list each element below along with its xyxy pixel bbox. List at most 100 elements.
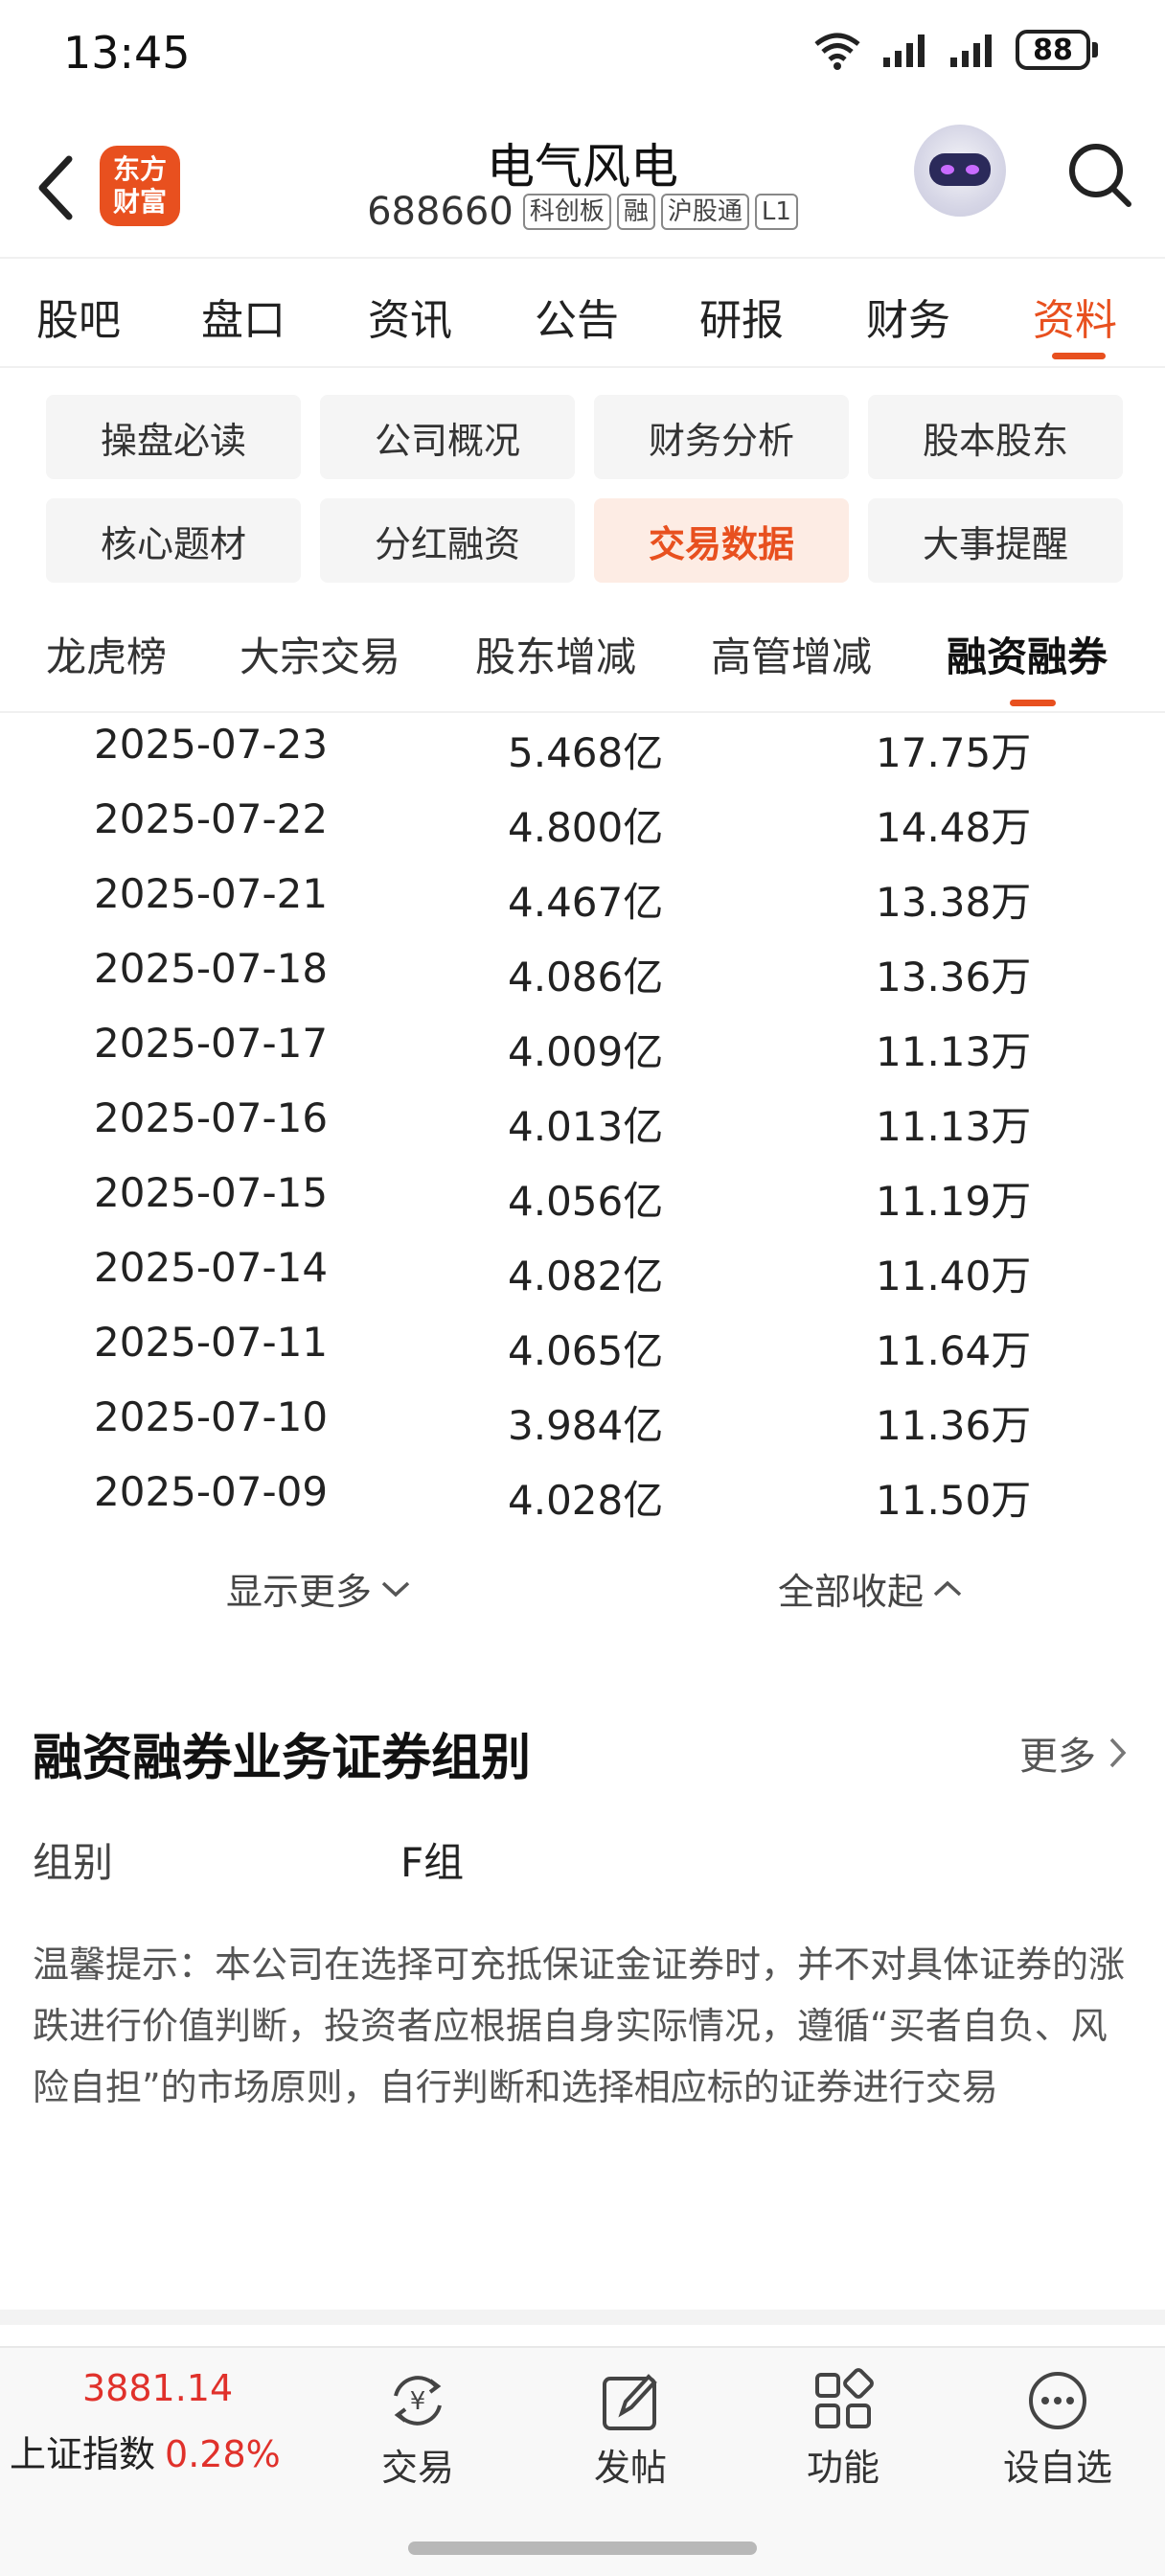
status-bar: 13:45 88 xyxy=(0,0,1165,115)
row-balance: 4.065亿 xyxy=(508,1327,664,1374)
row-volume: 17.75万 xyxy=(876,729,1032,776)
row-balance: 4.009亿 xyxy=(508,1028,664,1075)
table-row: 2025-07-22 4.800亿 14.48万 xyxy=(0,788,1165,862)
show-more-label: 显示更多 xyxy=(226,1571,373,1613)
row-volume: 13.38万 xyxy=(876,879,1032,926)
more-link[interactable]: 更多 xyxy=(1019,1725,1129,1781)
row-date: 2025-07-16 xyxy=(94,1094,329,1141)
row-date: 2025-07-15 xyxy=(94,1169,329,1216)
active-data-tab-indicator xyxy=(1010,700,1056,706)
tab-block-trades[interactable]: 大宗交易 xyxy=(240,625,400,683)
btn-dividends-financing[interactable]: 分红融资 xyxy=(320,498,575,583)
row-balance: 4.056亿 xyxy=(508,1178,664,1225)
btn-financial-analysis[interactable]: 财务分析 xyxy=(594,395,849,479)
table-row: 2025-07-21 4.467亿 13.38万 xyxy=(0,862,1165,937)
row-date: 2025-07-17 xyxy=(94,1020,329,1067)
table-row: 2025-07-15 4.056亿 11.19万 xyxy=(0,1162,1165,1236)
nav-functions-label: 功能 xyxy=(806,2447,879,2489)
group-value: F组 xyxy=(400,1839,465,1886)
collapse-all-button[interactable]: 全部收起 xyxy=(778,1562,964,1615)
app-header: 东方 财富 电气风电 688660 科创板 融 沪股通 L1 xyxy=(0,115,1165,259)
status-time: 13:45 xyxy=(63,27,191,79)
row-date: 2025-07-14 xyxy=(94,1244,329,1291)
signal-icon xyxy=(881,31,931,69)
table-row: 2025-07-17 4.009亿 11.13万 xyxy=(0,1012,1165,1087)
tab-guba[interactable]: 股吧 xyxy=(36,286,121,347)
btn-trading-data[interactable]: 交易数据 xyxy=(594,498,849,583)
group-label: 组别 xyxy=(33,1839,114,1886)
nav-trade[interactable]: ¥ 交易 xyxy=(351,2367,485,2491)
table-row: 2025-07-23 5.468亿 17.75万 xyxy=(0,713,1165,788)
row-volume: 13.36万 xyxy=(876,954,1032,1000)
btn-event-reminders[interactable]: 大事提醒 xyxy=(868,498,1123,583)
btn-must-read[interactable]: 操盘必读 xyxy=(46,395,301,479)
tab-holder-changes[interactable]: 股东增减 xyxy=(475,625,636,683)
tab-research[interactable]: 研报 xyxy=(699,286,784,347)
table-row: 2025-07-14 4.082亿 11.40万 xyxy=(0,1236,1165,1311)
chevron-up-icon xyxy=(933,1580,962,1596)
row-balance: 4.800亿 xyxy=(508,804,664,851)
tab-announcements[interactable]: 公告 xyxy=(535,286,619,347)
row-date: 2025-07-10 xyxy=(94,1393,329,1440)
section-title: 融资融券业务证券组别 xyxy=(33,1730,532,1787)
tag-stock-connect: 沪股通 xyxy=(660,194,749,230)
active-tab-indicator xyxy=(1052,353,1106,359)
row-volume: 11.36万 xyxy=(876,1402,1032,1449)
svg-text:¥: ¥ xyxy=(410,2387,426,2416)
post-icon xyxy=(603,2374,657,2430)
tag-star-market: 科创板 xyxy=(522,194,611,230)
data-tabs: 龙虎榜 大宗交易 股东增减 高管增减 融资融券 xyxy=(0,613,1165,713)
nav-post-label: 发帖 xyxy=(593,2447,667,2489)
table-row: 2025-07-10 3.984亿 11.36万 xyxy=(0,1386,1165,1460)
row-balance: 4.086亿 xyxy=(508,954,664,1000)
btn-core-themes[interactable]: 核心题材 xyxy=(46,498,301,583)
row-volume: 11.64万 xyxy=(876,1327,1032,1374)
btn-company-overview[interactable]: 公司概况 xyxy=(320,395,575,479)
warning-tip: 温馨提示：本公司在选择可充抵保证金证券时，并不对具体证券的涨跌进行价值判断，投资… xyxy=(33,1944,1126,2108)
main-tabs: 股吧 盘口 资讯 公告 研报 财务 资料 xyxy=(0,261,1165,368)
row-volume: 11.19万 xyxy=(876,1178,1032,1225)
tab-exec-changes[interactable]: 高管增减 xyxy=(711,625,872,683)
ai-assistant-avatar[interactable] xyxy=(914,125,1006,217)
tab-dragon-tiger[interactable]: 龙虎榜 xyxy=(46,625,167,683)
signal-icon-2 xyxy=(948,31,998,69)
row-balance: 4.013亿 xyxy=(508,1103,664,1150)
row-balance: 4.028亿 xyxy=(508,1477,664,1524)
index-change: 0.28% xyxy=(165,2433,281,2475)
show-more-button[interactable]: 显示更多 xyxy=(226,1562,412,1615)
status-icons: 88 xyxy=(811,29,1098,71)
nav-post[interactable]: 发帖 xyxy=(563,2367,697,2491)
tag-level: L1 xyxy=(754,194,798,230)
row-date: 2025-07-21 xyxy=(94,870,329,917)
search-icon[interactable] xyxy=(1065,136,1134,213)
table-row: 2025-07-18 4.086亿 13.36万 xyxy=(0,937,1165,1012)
row-balance: 3.984亿 xyxy=(508,1402,664,1449)
tab-news[interactable]: 资讯 xyxy=(368,286,452,347)
tag-margin: 融 xyxy=(616,194,655,230)
home-indicator[interactable] xyxy=(408,2542,757,2555)
nav-functions[interactable]: 功能 xyxy=(776,2367,910,2491)
section-divider xyxy=(0,2310,1165,2325)
row-balance: 5.468亿 xyxy=(508,729,664,776)
row-volume: 14.48万 xyxy=(876,804,1032,851)
table-row: 2025-07-16 4.013亿 11.13万 xyxy=(0,1087,1165,1162)
stock-code: 688660 xyxy=(367,190,514,234)
collapse-all-label: 全部收起 xyxy=(778,1571,925,1613)
row-date: 2025-07-22 xyxy=(94,795,329,842)
tab-pankou[interactable]: 盘口 xyxy=(201,286,286,347)
row-date: 2025-07-09 xyxy=(94,1468,329,1515)
row-balance: 4.082亿 xyxy=(508,1253,664,1300)
wifi-icon xyxy=(811,29,864,71)
index-value: 3881.14 xyxy=(82,2367,234,2409)
tab-finance[interactable]: 财务 xyxy=(866,286,950,347)
btn-shareholders[interactable]: 股本股东 xyxy=(868,395,1123,479)
tab-profile[interactable]: 资料 xyxy=(1033,286,1117,347)
row-volume: 11.13万 xyxy=(876,1028,1032,1075)
chevron-down-icon xyxy=(381,1581,410,1597)
nav-add-watchlist[interactable]: 设自选 xyxy=(991,2367,1125,2491)
battery-level: 88 xyxy=(1016,30,1090,70)
index-name-row: 上证指数 0.28% xyxy=(10,2425,281,2477)
chevron-right-icon xyxy=(1109,1737,1127,1768)
row-volume: 11.50万 xyxy=(876,1477,1032,1524)
tab-margin-trading[interactable]: 融资融券 xyxy=(947,625,1108,683)
